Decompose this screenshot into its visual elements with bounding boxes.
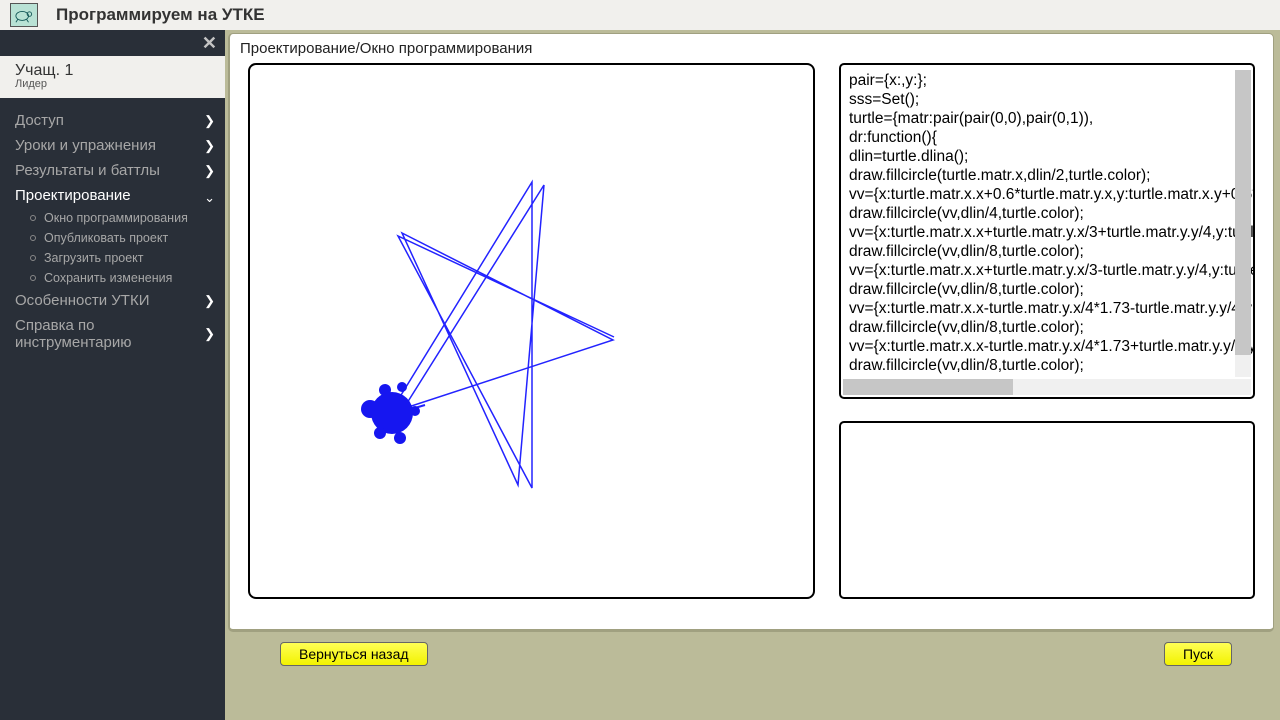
output-console[interactable] [839,421,1255,599]
bullet-icon [30,235,36,241]
designing-submenu: Окно программирования Опубликовать проек… [0,208,225,288]
sub-item-label: Окно программирования [44,211,188,225]
scrollbar-vertical[interactable] [1235,70,1251,377]
bullet-icon [30,275,36,281]
scrollbar-thumb[interactable] [843,379,1013,395]
subitem-save[interactable]: Сохранить изменения [20,268,225,288]
user-block: Учащ. 1 Лидер [0,56,225,98]
sidebar-item-access[interactable]: Доступ ❯ [0,108,225,133]
code-text[interactable]: pair={x:,y:}; sss=Set(); turtle={matr:pa… [841,65,1253,397]
sub-item-label: Загрузить проект [44,251,144,265]
chevron-right-icon: ❯ [204,163,215,179]
breadcrumb: Проектирование/Окно программирования [230,34,1273,63]
bottom-bar: Вернуться назад Пуск [228,632,1274,666]
sidebar-item-label: Проектирование [15,187,131,204]
design-panel: Проектирование/Окно программирования [228,33,1274,632]
app-logo [10,3,38,27]
sidebar-item-designing[interactable]: Проектирование ⌄ [0,183,225,208]
back-button[interactable]: Вернуться назад [280,642,428,666]
run-button[interactable]: Пуск [1164,642,1232,666]
drawing-canvas[interactable] [248,63,815,599]
sidebar-item-help[interactable]: Справка по инструментарию ❯ [0,313,225,355]
turtle-logo-icon [13,6,35,24]
subitem-prog-window[interactable]: Окно программирования [20,208,225,228]
header-bar: Программируем на УТКЕ [0,0,1280,30]
chevron-right-icon: ❯ [204,293,215,309]
bullet-icon [30,215,36,221]
sidebar-item-label: Уроки и упражнения [15,137,156,154]
scrollbar-horizontal[interactable] [843,379,1235,395]
close-icon[interactable]: ✕ [202,34,217,52]
sidebar-item-label: Справка по инструментарию [15,317,165,351]
sidebar-item-label: Особенности УТКИ [15,292,149,309]
turtle-sprite [361,382,420,444]
sub-item-label: Сохранить изменения [44,271,172,285]
star-path [390,182,614,488]
main-area: Проектирование/Окно программирования [225,30,1280,720]
sub-item-label: Опубликовать проект [44,231,168,245]
sidebar-item-features[interactable]: Особенности УТКИ ❯ [0,288,225,313]
sidebar: ✕ Учащ. 1 Лидер Доступ ❯ Уроки и упражне… [0,30,225,720]
code-editor[interactable]: pair={x:,y:}; sss=Set(); turtle={matr:pa… [839,63,1255,399]
canvas-svg [250,65,813,597]
sidebar-item-label: Результаты и баттлы [15,162,160,179]
chevron-right-icon: ❯ [204,138,215,154]
sidebar-item-label: Доступ [15,112,64,129]
sidebar-item-lessons[interactable]: Уроки и упражнения ❯ [0,133,225,158]
bullet-icon [30,255,36,261]
scroll-corner [1235,379,1251,395]
user-role: Лидер [15,78,210,90]
chevron-right-icon: ❯ [204,326,215,342]
subitem-publish[interactable]: Опубликовать проект [20,228,225,248]
subitem-load[interactable]: Загрузить проект [20,248,225,268]
sidebar-item-results[interactable]: Результаты и баттлы ❯ [0,158,225,183]
app-title: Программируем на УТКЕ [56,5,265,25]
chevron-right-icon: ❯ [204,113,215,129]
chevron-down-icon: ⌄ [204,190,215,206]
scrollbar-thumb[interactable] [1235,70,1251,355]
